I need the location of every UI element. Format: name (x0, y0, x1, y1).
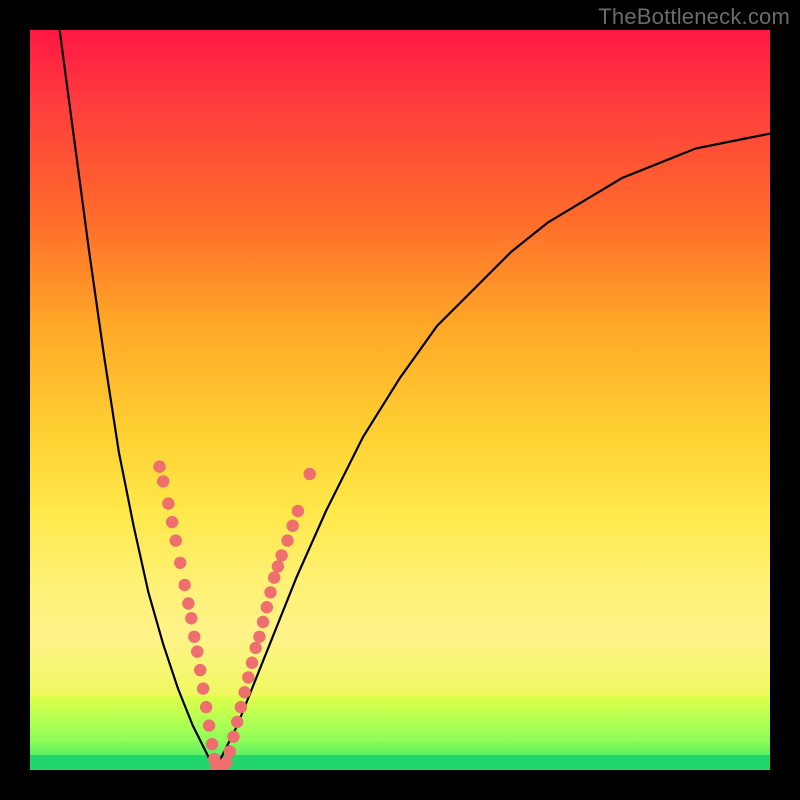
data-point (257, 616, 269, 628)
plot-area (30, 30, 770, 770)
data-point (238, 686, 250, 698)
data-point (281, 534, 293, 546)
chart-frame: TheBottleneck.com (0, 0, 800, 800)
data-points (153, 460, 316, 770)
data-point (231, 716, 243, 728)
data-point (194, 664, 206, 676)
data-point (268, 571, 280, 583)
data-point (191, 645, 203, 657)
data-point (272, 560, 284, 572)
data-point (304, 468, 316, 480)
data-point (203, 719, 215, 731)
data-point (170, 534, 182, 546)
data-point (174, 557, 186, 569)
data-point (253, 631, 265, 643)
data-point (153, 460, 165, 472)
data-point (178, 579, 190, 591)
curve-right-branch (215, 134, 770, 770)
curve-layer (30, 30, 770, 770)
curve-left-branch (60, 30, 215, 770)
data-point (235, 701, 247, 713)
data-point (166, 516, 178, 528)
data-point (224, 745, 236, 757)
data-point (188, 631, 200, 643)
data-point (197, 682, 209, 694)
data-point (185, 612, 197, 624)
data-point (200, 701, 212, 713)
data-point (250, 642, 262, 654)
bottleneck-curve (60, 30, 770, 770)
data-point (264, 586, 276, 598)
watermark-text: TheBottleneck.com (598, 4, 790, 30)
data-point (246, 657, 258, 669)
data-point (157, 475, 169, 487)
data-point (275, 549, 287, 561)
data-point (227, 731, 239, 743)
data-point (162, 497, 174, 509)
data-point (292, 505, 304, 517)
data-point (206, 738, 218, 750)
data-point (287, 520, 299, 532)
data-point (182, 597, 194, 609)
data-point (242, 671, 254, 683)
data-point (220, 756, 232, 768)
data-point (261, 601, 273, 613)
